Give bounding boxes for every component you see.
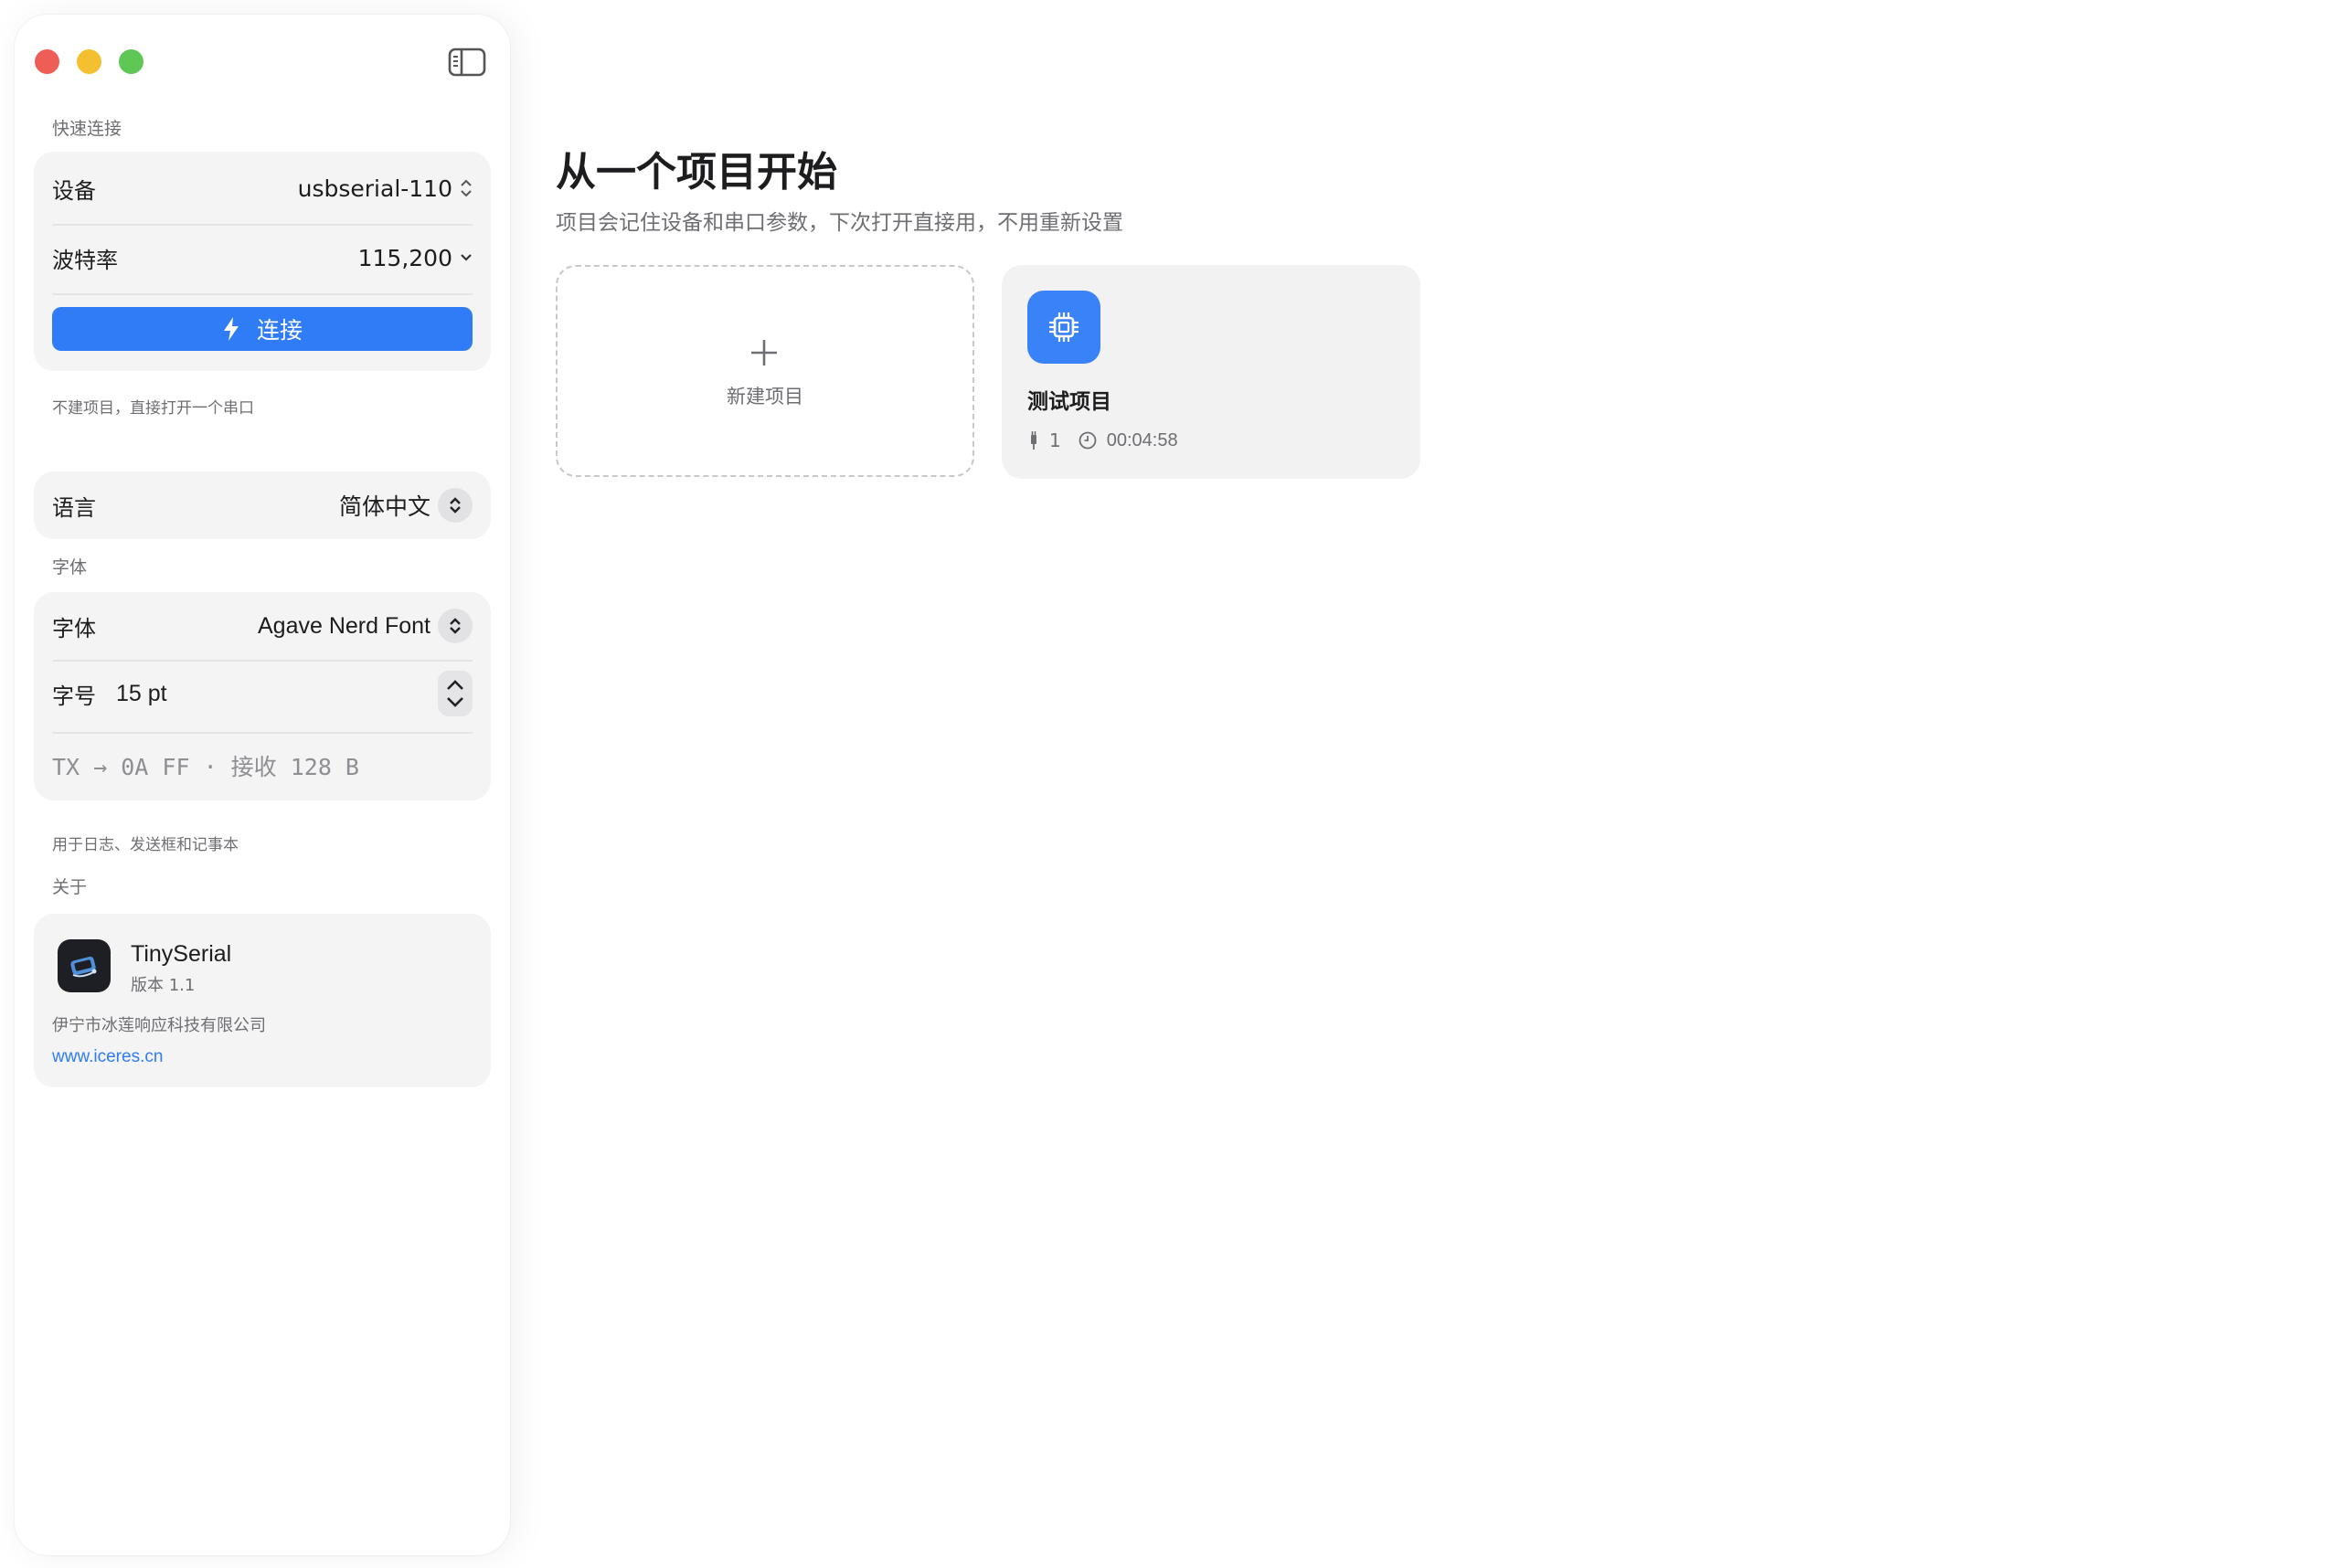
- device-label: 设备: [52, 177, 96, 204]
- project-name: 测试项目: [1027, 390, 1111, 414]
- chevron-updown-icon: [461, 179, 472, 197]
- app-logo-icon: [58, 939, 111, 992]
- font-value: Agave Nerd Font: [258, 612, 430, 639]
- font-row: 字体 Agave Nerd Font: [52, 607, 473, 645]
- chevron-up-icon[interactable]: [445, 679, 465, 692]
- page-subtitle: 项目会记住设备和串口参数，下次打开直接用，不用重新设置: [556, 211, 1123, 235]
- sidebar-toggle-icon[interactable]: [448, 48, 486, 77]
- divider: [52, 660, 473, 662]
- project-device-count: 1: [1049, 429, 1061, 451]
- project-duration: 00:04:58: [1106, 429, 1178, 450]
- plug-icon: [1031, 431, 1036, 450]
- device-row: 设备 usbserial-110: [52, 170, 473, 207]
- connect-button[interactable]: 连接: [52, 307, 473, 351]
- baud-label: 波特率: [52, 247, 118, 273]
- new-project-label: 新建项目: [727, 386, 803, 408]
- project-card[interactable]: 测试项目 1 00:04:58: [1002, 265, 1420, 479]
- size-label: 字号: [52, 683, 96, 709]
- size-stepper[interactable]: [438, 671, 473, 716]
- language-select[interactable]: 简体中文: [339, 488, 473, 523]
- language-label: 语言: [52, 494, 96, 521]
- quick-connect-section-title: 快速连接: [52, 119, 122, 139]
- divider: [52, 293, 473, 295]
- clock-icon: [1079, 431, 1097, 450]
- font-select[interactable]: Agave Nerd Font: [258, 609, 473, 643]
- device-value: usbserial-110: [297, 175, 452, 202]
- font-label: 字体: [52, 615, 96, 641]
- window-minimize-button[interactable]: [77, 49, 101, 74]
- size-value: 15 pt: [116, 680, 167, 706]
- language-row: 语言 简体中文: [52, 486, 473, 524]
- window-close-button[interactable]: [35, 49, 59, 74]
- chevron-updown-icon: [438, 609, 473, 643]
- app-name: TinySerial: [131, 941, 232, 967]
- window-maximize-button[interactable]: [119, 49, 143, 74]
- app-version: 版本 1.1: [131, 976, 196, 995]
- chevron-down-icon[interactable]: [445, 695, 465, 708]
- language-value: 简体中文: [338, 493, 430, 520]
- connect-button-label: 连接: [256, 317, 303, 344]
- website-link[interactable]: www.iceres.cn: [52, 1047, 163, 1067]
- page-title: 从一个项目开始: [556, 149, 837, 196]
- quick-connect-note: 不建项目，直接打开一个串口: [52, 399, 254, 418]
- plus-icon: [751, 340, 777, 366]
- size-row: 字号 15 pt: [52, 671, 473, 716]
- about-group: TinySerial 版本 1.1 伊宁市冰莲响应科技有限公司 www.icer…: [34, 914, 491, 1087]
- device-select[interactable]: usbserial-110: [298, 175, 473, 202]
- chevron-updown-icon: [438, 488, 473, 523]
- baud-value: 115,200: [357, 244, 452, 271]
- language-group: 语言 简体中文: [34, 471, 491, 539]
- divider: [52, 224, 473, 226]
- chip-icon: [1027, 291, 1100, 364]
- baud-row: 波特率 115,200: [52, 239, 473, 276]
- divider: [52, 732, 473, 734]
- bolt-icon: [223, 317, 239, 341]
- font-note: 用于日志、发送框和记事本: [52, 836, 239, 854]
- company-name: 伊宁市冰莲响应科技有限公司: [52, 1016, 266, 1035]
- sidebar: 快速连接 设备 usbserial-110 波特率 115,200 连接 不建项…: [15, 15, 510, 1555]
- font-section-title: 字体: [52, 557, 88, 577]
- font-preview: TX → 0A FF · 接收 128 B: [52, 754, 359, 780]
- about-section-title: 关于: [52, 877, 88, 897]
- font-group: 字体 Agave Nerd Font 字号 15 pt TX → 0A FF ·…: [34, 592, 491, 800]
- quick-connect-group: 设备 usbserial-110 波特率 115,200 连接: [34, 152, 491, 371]
- project-meta: 1 00:04:58: [1027, 429, 1178, 451]
- baud-select[interactable]: 115,200: [358, 245, 473, 271]
- chevron-down-icon: [461, 254, 472, 261]
- new-project-card[interactable]: 新建项目: [556, 265, 974, 477]
